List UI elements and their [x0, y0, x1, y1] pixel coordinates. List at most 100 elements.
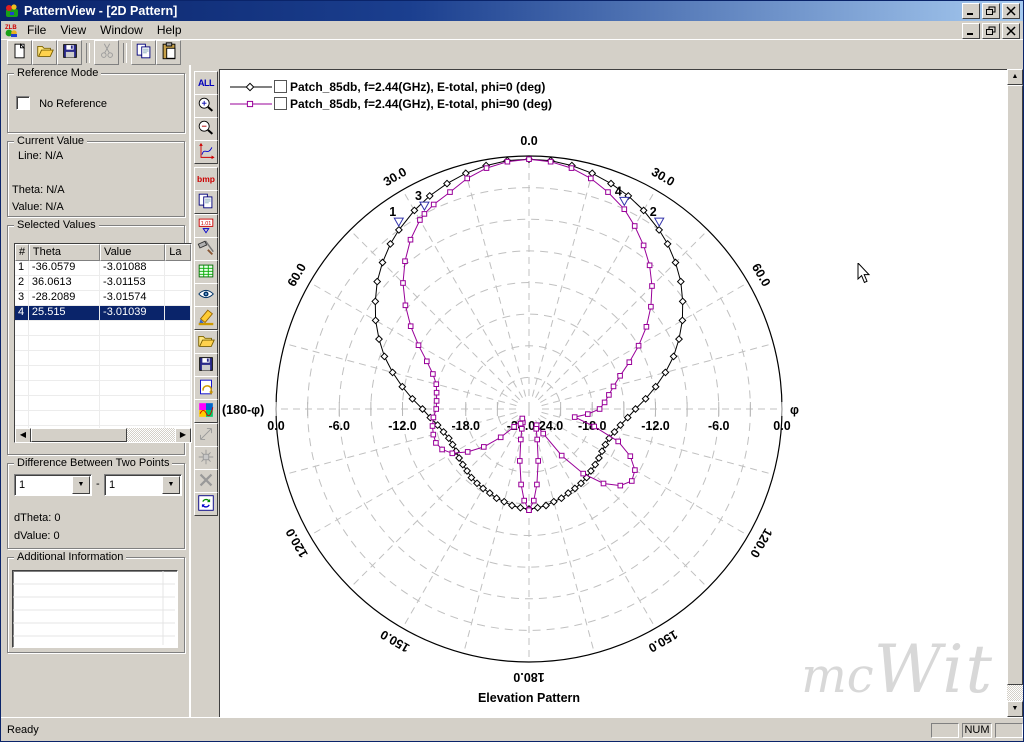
dtheta-label: dTheta: 0	[14, 512, 60, 524]
tools-button[interactable]	[194, 237, 218, 261]
polar-chart: -24.0-18.0-12.0-6.00.00.0-6.0-12.0-18.0-…	[220, 70, 1008, 721]
zoom-out-button[interactable]	[194, 117, 218, 141]
side-toolbar: ALL bmp 1.01	[193, 65, 219, 717]
table-row[interactable]: 1-36.0579-3.01088	[15, 261, 191, 276]
table-row[interactable]	[15, 351, 191, 366]
app-window: PatternView - [2D Pattern] ZLB FileViewW…	[0, 0, 1024, 742]
chevron-down-icon[interactable]: ▼	[162, 476, 180, 494]
child-minimize-button[interactable]	[962, 23, 980, 39]
restore-button[interactable]	[982, 3, 1000, 19]
marker-values-button[interactable]: 1.01	[194, 214, 218, 238]
svg-text:60.0: 60.0	[749, 261, 773, 289]
menu-file[interactable]: File	[20, 22, 53, 38]
save-pattern-button[interactable]	[194, 353, 218, 377]
legend-checkbox[interactable]	[274, 97, 287, 110]
save-file-icon	[60, 41, 80, 64]
svg-text:-6.0: -6.0	[708, 419, 730, 433]
table-row[interactable]	[15, 381, 191, 396]
table-hscrollbar[interactable]: ◀▶	[15, 428, 191, 442]
copy-plot-button[interactable]	[194, 190, 218, 214]
dvalue-label: dValue: 0	[14, 530, 60, 542]
new-document-icon	[10, 41, 30, 64]
table-row[interactable]	[15, 366, 191, 381]
export-page-button[interactable]	[194, 376, 218, 400]
fit-view-button[interactable]	[194, 446, 218, 470]
column-header-Value[interactable]: Value	[100, 244, 165, 261]
table-row[interactable]	[15, 396, 191, 411]
paste-button[interactable]	[156, 40, 181, 65]
window-title: PatternView - [2D Pattern]	[24, 4, 177, 18]
marker-values-icon: 1.01	[196, 215, 216, 238]
checkbox-box[interactable]	[16, 96, 30, 110]
save-file-button[interactable]	[57, 40, 82, 65]
app-icon	[4, 3, 20, 19]
new-document-button[interactable]	[7, 40, 32, 65]
svg-text:150.0: 150.0	[646, 627, 680, 655]
open-pattern-button[interactable]	[194, 330, 218, 354]
show-all-button[interactable]: ALL	[194, 71, 218, 95]
scroll-left-icon[interactable]: ◀	[15, 428, 31, 443]
table-scroll-thumb[interactable]	[31, 428, 127, 442]
point2-combobox[interactable]: 1 ▼	[104, 474, 182, 496]
child-restore-button[interactable]	[982, 23, 1000, 39]
column-header-La[interactable]: La	[165, 244, 191, 261]
refresh-plot-icon	[196, 493, 216, 516]
cut-button[interactable]	[94, 40, 119, 65]
legend-checkbox[interactable]	[274, 80, 287, 93]
bitmap-image-button[interactable]	[194, 399, 218, 423]
scroll-up-icon[interactable]: ▲	[1007, 69, 1023, 85]
resize-plot-button[interactable]	[194, 423, 218, 447]
column-header-num[interactable]: #	[15, 244, 29, 261]
resize-plot-icon	[196, 424, 216, 447]
selected-values-table[interactable]: #ThetaValueLa1-36.0579-3.01088236.0613-3…	[14, 243, 192, 443]
axis-settings-button[interactable]	[194, 140, 218, 164]
additional-info-list[interactable]	[12, 570, 178, 648]
chevron-down-icon[interactable]: ▼	[72, 476, 90, 494]
svg-text:120.0: 120.0	[747, 526, 775, 560]
visibility-button[interactable]	[194, 283, 218, 307]
export-bmp-button[interactable]: bmp	[194, 167, 218, 191]
pen-style-button[interactable]	[194, 306, 218, 330]
svg-text:120.0: 120.0	[283, 526, 311, 560]
scrollbar-thumb[interactable]	[1007, 85, 1023, 685]
menu-help[interactable]: Help	[150, 22, 189, 38]
scroll-right-icon[interactable]: ▶	[175, 428, 191, 443]
zoom-in-button[interactable]	[194, 94, 218, 118]
legend-entry: Patch_85db, f=2.44(GHz), E-total, phi=90…	[230, 95, 552, 112]
current-value-title: Current Value	[14, 135, 87, 147]
scroll-down-icon[interactable]: ▼	[1007, 701, 1023, 717]
refresh-plot-button[interactable]	[194, 492, 218, 516]
svg-text:ZLB: ZLB	[5, 25, 17, 31]
menu-window[interactable]: Window	[93, 22, 150, 38]
table-row[interactable]: 236.0613-3.01153	[15, 276, 191, 291]
toolbar-separator	[123, 43, 127, 63]
delete-trace-button[interactable]	[194, 469, 218, 493]
close-button[interactable]	[1002, 3, 1020, 19]
no-reference-checkbox[interactable]: No Reference	[16, 96, 107, 110]
minimize-button[interactable]	[962, 3, 980, 19]
svg-text:1: 1	[389, 205, 396, 219]
data-table-button[interactable]	[194, 260, 218, 284]
open-file-button[interactable]	[32, 40, 57, 65]
mouse-cursor	[857, 263, 871, 285]
table-row[interactable]	[15, 411, 191, 426]
table-row[interactable]: 3-28.2089-3.01574	[15, 291, 191, 306]
child-close-button[interactable]	[1002, 23, 1020, 39]
plot-area: -24.0-18.0-12.0-6.00.00.0-6.0-12.0-18.0-…	[219, 69, 1008, 718]
table-row[interactable]	[15, 336, 191, 351]
table-row[interactable]: 425.515-3.01039	[15, 306, 191, 321]
column-header-Theta[interactable]: Theta	[29, 244, 100, 261]
difference-group: Difference Between Two Points 1 ▼ - 1 ▼ …	[7, 463, 185, 549]
menu-bar: ZLB FileViewWindowHelp	[1, 21, 1023, 40]
table-row[interactable]	[15, 321, 191, 336]
save-pattern-icon	[196, 354, 216, 377]
scrollbar-track[interactable]	[1007, 685, 1023, 701]
point1-combobox[interactable]: 1 ▼	[14, 474, 92, 496]
document-icon[interactable]: ZLB	[4, 22, 20, 38]
plot-vscrollbar[interactable]: ▲ ▼	[1007, 69, 1023, 717]
menu-view[interactable]: View	[53, 22, 93, 38]
svg-text:2: 2	[650, 205, 657, 219]
visibility-icon	[196, 284, 216, 307]
window-controls	[962, 3, 1020, 19]
copy-button[interactable]	[131, 40, 156, 65]
